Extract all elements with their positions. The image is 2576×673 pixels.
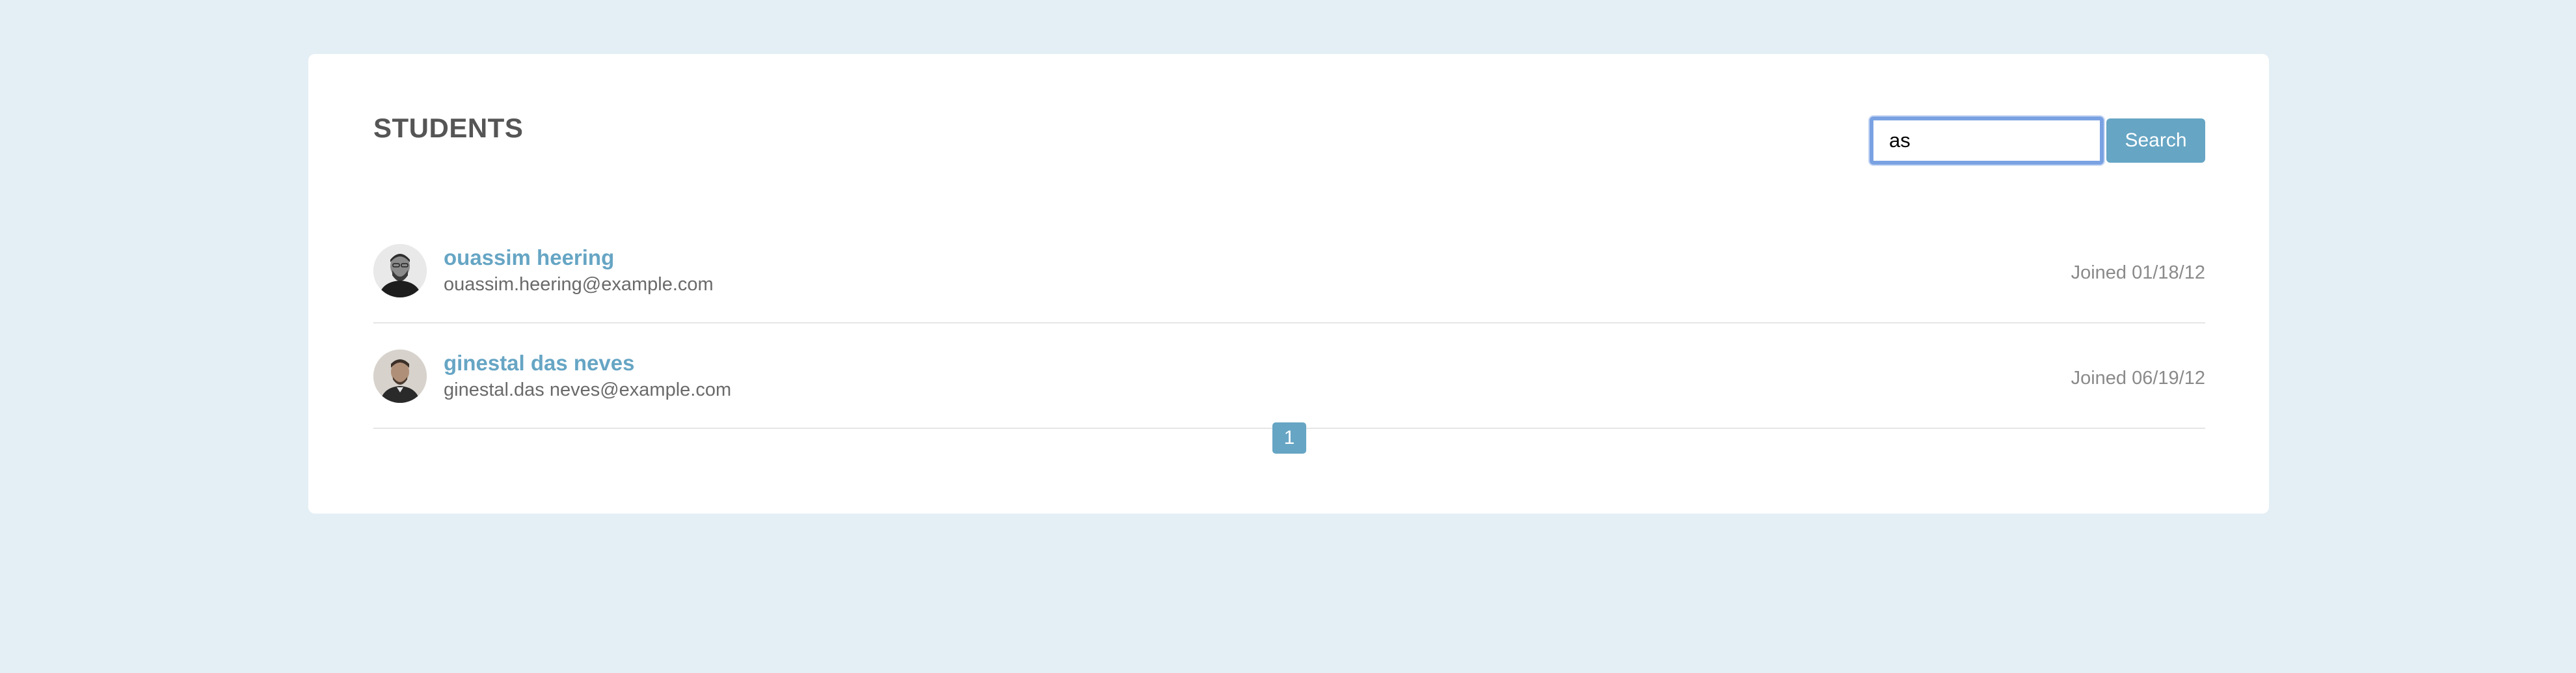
list-item: ginestal das neves ginestal.das neves@ex… <box>373 323 2205 429</box>
list-item: ouassim heering ouassim.heering@example.… <box>373 218 2205 323</box>
avatar <box>373 244 427 297</box>
pagination: 1 <box>1272 422 1306 454</box>
student-email: ouassim.heering@example.com <box>444 274 714 295</box>
students-card: STUDENTS Search ouassim heering ouassim.… <box>308 54 2269 514</box>
student-name-link[interactable]: ginestal das neves <box>444 352 634 374</box>
student-email: ginestal.das neves@example.com <box>444 379 732 400</box>
page-title: STUDENTS <box>373 113 524 143</box>
page-button-1[interactable]: 1 <box>1272 422 1306 454</box>
person-avatar-icon <box>373 350 427 403</box>
search-form: Search <box>1870 117 2205 165</box>
avatar <box>373 350 427 403</box>
joined-date: Joined 06/19/12 <box>2071 368 2205 389</box>
joined-date: Joined 01/18/12 <box>2071 262 2205 283</box>
student-list: ouassim heering ouassim.heering@example.… <box>373 218 2205 429</box>
search-button[interactable]: Search <box>2106 118 2205 163</box>
search-input[interactable] <box>1870 117 2104 165</box>
person-avatar-icon <box>373 244 427 297</box>
student-name-link[interactable]: ouassim heering <box>444 247 614 268</box>
